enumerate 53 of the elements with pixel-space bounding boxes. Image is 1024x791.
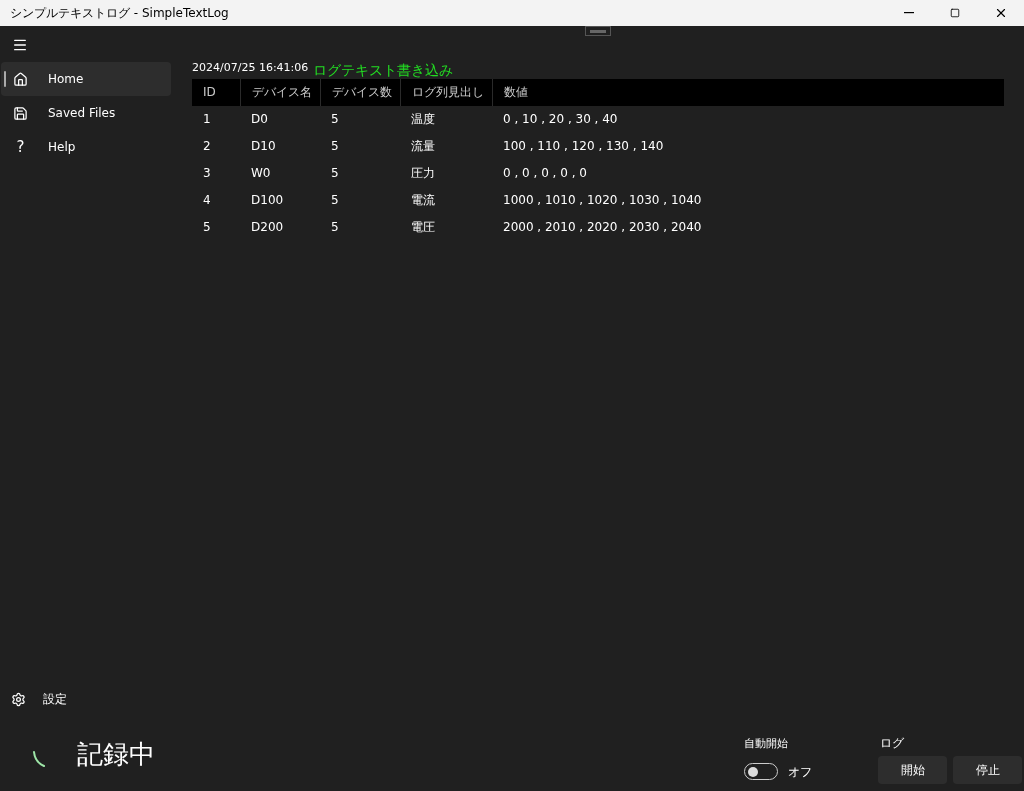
table-cell-text: 5 [330,219,340,236]
table-cell-text: 電圧 [410,219,436,236]
settings-item[interactable]: 設定 [0,682,172,716]
log-button[interactable]: 開始 [878,755,947,784]
table-cell-text: D100 [250,192,285,209]
table-cell-text: 5 [202,219,212,236]
table-cell-text: 5 [330,138,340,155]
nav-item[interactable]: ? Help [1,130,171,164]
log-label: ログ [879,734,905,752]
home-icon [13,71,28,87]
menu-icon [12,37,28,53]
table-cell-text: 0 , 10 , 20 , 30 , 40 [502,111,619,128]
table-cell-text: 0 , 0 , 0 , 0 , 0 [502,165,588,182]
table-cell-text: D10 [250,138,277,155]
table-cell-text: 1000 , 1010 , 1020 , 1030 , 1040 [502,192,703,209]
nav-item[interactable]: Home [1,62,171,96]
table-cell-text: 電流 [410,192,436,209]
maximize-icon [950,8,960,18]
help-icon: ? [13,139,28,155]
column-header: ID [202,84,217,101]
table-cell-text: 2 [202,138,212,155]
table-cell-text: 4 [202,192,212,209]
table-cell-text: 3 [202,165,212,182]
drag-handle[interactable] [585,26,611,36]
progress-spinner-icon [31,749,46,768]
table-cell-text: W0 [250,165,272,182]
table-cell-text: 5 [330,165,340,182]
table-cell-text: 100 , 110 , 120 , 130 , 140 [502,138,665,155]
nav-item[interactable]: Saved Files [1,96,171,130]
minimize-icon [904,12,914,14]
table-cell-text: D200 [250,219,285,236]
table-cell-text: 圧力 [410,165,436,182]
window-title: シンプルテキストログ - SimpleTextLog [9,5,230,22]
table-cell-text: 5 [330,192,340,209]
log-button[interactable]: 停止 [953,755,1022,784]
column-header: ログ列見出し [400,78,492,106]
column-header: デバイス数 [320,78,400,106]
table-cell-text: 温度 [410,111,436,128]
table-cell-text: 5 [330,111,340,128]
status-message: ログテキスト書き込み [313,62,454,77]
table-cell-text: 2000 , 2010 , 2020 , 2030 , 2040 [502,219,703,236]
save-icon [13,105,28,121]
timestamp: 2024/07/25 16:41:06 [192,60,309,76]
table-cell-text: 流量 [410,138,436,155]
settings-icon [11,691,26,707]
column-header: 数値 [492,78,1004,106]
table-cell-text: D0 [250,111,269,128]
column-header: デバイス名 [240,78,320,106]
recording-status: 記録中 [77,738,156,771]
close-icon [994,6,1008,20]
auto-start-label: 自動開始 [744,736,789,753]
toggle-state-text: オフ [788,763,812,781]
table-cell-text: 1 [202,111,212,128]
